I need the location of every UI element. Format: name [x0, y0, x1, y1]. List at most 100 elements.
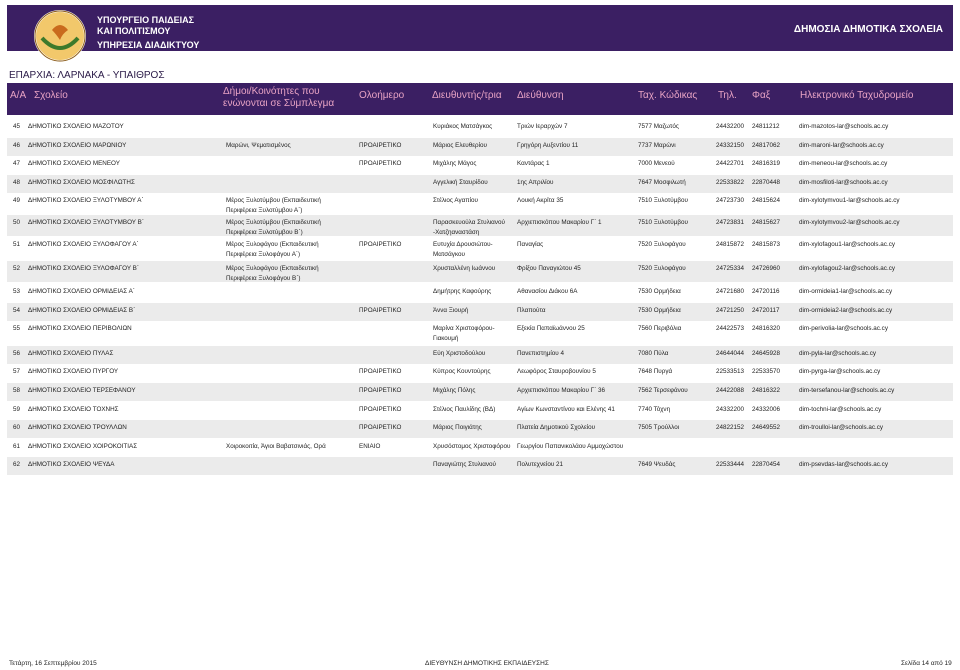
cell-tel: 24422573	[716, 325, 745, 332]
cell-fax: 24645928	[752, 350, 781, 357]
cell-no: 46	[13, 142, 21, 149]
table-row: 60 ΔΗΜΟΤΙΚΟ ΣΧΟΛΕΙΟ ΤΡΟΥΛΛΩΝ ΠΡΟΑΙΡΕΤΙΚΟ Μά…	[7, 420, 953, 438]
cell-kind: ΠΡΟΑΙΡΕΤΙΚΟ	[359, 307, 402, 314]
cell-addr: Πλατεία Δημοτικού Σχολείου	[517, 424, 596, 431]
footer-center: ΔΙΕΥΘΥΝΣΗ ΔΗΜΟΤΙΚΗΣ ΕΚΠΑΙΔΕΥΣΗΣ	[425, 660, 549, 667]
cell-addr: Πλαπούτα	[517, 307, 546, 314]
cell-name: ΔΗΜΟΤΙΚΟ ΣΧΟΛΕΙΟ ΠΥΛΑΣ	[28, 350, 114, 357]
cell-no: 57	[13, 368, 21, 375]
cell-fax: 24817062	[752, 142, 781, 149]
cell-tel: 24332150	[716, 142, 745, 149]
cell-tel: 24332200	[716, 406, 745, 413]
col-school: Σχολείο	[34, 90, 68, 101]
cell-mail[interactable]: dim-mosfiloti-lar@schools.ac.cy	[799, 178, 888, 188]
cell-mail[interactable]: dim-psevdas-lar@schools.ac.cy	[799, 460, 888, 470]
cell-mail[interactable]: dim-mazotos-lar@schools.ac.cy	[799, 122, 888, 132]
cell-mail[interactable]: dim-troulloi-lar@schools.ac.cy	[799, 423, 883, 433]
cell-fax: 22533570	[752, 368, 781, 375]
cell-dir: Άννα Ξιουρή	[433, 307, 469, 314]
table-row: 51 ΔΗΜΟΤΙΚΟ ΣΧΟΛΕΙΟ ΞΥΛΟΦΑΓΟΥ Α΄ Μέρος Ξυλ…	[7, 237, 953, 260]
cell-no: 56	[13, 350, 21, 357]
cell-post: 7648 Πυργά	[638, 368, 673, 375]
table-row: 58 ΔΗΜΟΤΙΚΟ ΣΧΟΛΕΙΟ ΤΕΡΣΕΦΑΝΟΥ ΠΡΟΑΙΡΕΤΙΚΟ…	[7, 383, 953, 401]
cell-mail[interactable]: dim-ormideia1-lar@schools.ac.cy	[799, 287, 892, 297]
cell-fax: 24332006	[752, 406, 781, 413]
cell-mail[interactable]: dim-maroni-lar@schools.ac.cy	[799, 141, 884, 151]
col-address: Διεύθυνση	[517, 90, 564, 101]
table-row: 54 ΔΗΜΟΤΙΚΟ ΣΧΟΛΕΙΟ ΟΡΜΙΔΕΙΑΣ Β΄ ΠΡΟΑΙΡΕΤΙ…	[7, 303, 953, 321]
cell-post: 7530 Ορμήδεια	[638, 288, 681, 295]
cell-fax: 24816322	[752, 387, 781, 394]
cell-post: 7000 Μενεού	[638, 160, 675, 167]
cell-tel: 22533444	[716, 461, 745, 468]
cell-tel: 24723831	[716, 219, 745, 226]
cell-mail[interactable]: dim-pyla-lar@schools.ac.cy	[799, 349, 876, 359]
cell-tel: 24644044	[716, 350, 745, 357]
cell-name: ΔΗΜΟΤΙΚΟ ΣΧΟΛΕΙΟ ΤΡΟΥΛΛΩΝ	[28, 424, 127, 431]
cell-name: ΔΗΜΟΤΙΚΟ ΣΧΟΛΕΙΟ ΜΑΖΟΤΟΥ	[28, 123, 124, 130]
cell-fax: 24720117	[752, 307, 780, 314]
cell-kind: ΠΡΟΑΙΡΕΤΙΚΟ	[359, 241, 402, 248]
cell-fax: 24811212	[752, 123, 780, 130]
cell-kind: ΠΡΟΑΙΡΕΤΙΚΟ	[359, 142, 402, 149]
col-fax: Φαξ	[752, 90, 771, 101]
cell-mail[interactable]: dim-pyrga-lar@schools.ac.cy	[799, 367, 880, 377]
cell-mail[interactable]: dim-xylotymvou1-lar@schools.ac.cy	[799, 196, 900, 206]
cell-mail[interactable]: dim-xylotymvou2-lar@schools.ac.cy	[799, 218, 900, 228]
cell-mail[interactable]: dim-tochni-lar@schools.ac.cy	[799, 405, 881, 415]
cell-dir: Παρασκευούλα Στυλιανού -Χατζηαναστάση	[433, 219, 505, 236]
cell-addr: Αρχιεπισκόπου Μακαρίου Γ΄ 1	[517, 219, 602, 226]
cell-tel: 24822152	[716, 424, 745, 431]
cell-dir: Αγγελική Σταυρίδου	[433, 179, 488, 186]
ministry-title: ΥΠΟΥΡΓΕΙΟ ΠΑΙΔΕΙΑΣ ΚΑΙ ΠΟΛΙΤΙΣΜΟΥ	[97, 15, 195, 36]
cell-fax: 24726960	[752, 265, 781, 272]
cell-addr: Αρχιεπισκόπου Μακαρίου Γ΄ 36	[517, 387, 605, 394]
col-allday: Ολοήμερο	[359, 90, 405, 101]
cell-dir: Παναγιώτης Στυλιανού	[433, 461, 496, 468]
cell-no: 54	[13, 307, 21, 314]
table-row: 55 ΔΗΜΟΤΙΚΟ ΣΧΟΛΕΙΟ ΠΕΡΙΒΟΛΙΩΝ Μαρίνα Χρισ…	[7, 321, 953, 345]
cell-no: 58	[13, 387, 21, 394]
cell-addr: Πανεπιστημίου 4	[517, 350, 564, 357]
cell-addr: Τριών Ιεραρχών 7	[517, 123, 568, 130]
cell-kind: ΕΝΙΑΙΟ	[359, 443, 381, 450]
cell-name: ΔΗΜΟΤΙΚΟ ΣΧΟΛΕΙΟ ΜΕΝΕΟΥ	[28, 160, 120, 167]
cell-no: 49	[13, 197, 21, 204]
cell-fax: 24815627	[752, 219, 781, 226]
cell-post: 7520 Ξυλοφάγου	[638, 265, 686, 272]
cell-post: 7560 Περιβόλια	[638, 325, 682, 332]
cell-name: ΔΗΜΟΤΙΚΟ ΣΧΟΛΕΙΟ ΜΟΣΦΙΛΩΤΗΣ	[28, 179, 135, 186]
cell-dir: Χρυσόστομος Χριστοφόρου	[433, 443, 511, 450]
cell-name: ΔΗΜΟΤΙΚΟ ΣΧΟΛΕΙΟ ΧΟΙΡΟΚΟΙΤΙΑΣ	[28, 443, 138, 450]
col-postcode: Ταχ. Κώδικας	[638, 90, 698, 101]
cell-name: ΔΗΜΟΤΙΚΟ ΣΧΟΛΕΙΟ ΞΥΛΟΦΑΓΟΥ Α΄	[28, 241, 139, 248]
cell-tel: 24721680	[716, 288, 745, 295]
cell-name: ΔΗΜΟΤΙΚΟ ΣΧΟΛΕΙΟ ΤΟΧΝΗΣ	[28, 406, 119, 413]
cell-post: 7510 Ξυλοτύμβου	[638, 197, 688, 204]
cyprus-emblem-icon	[34, 10, 86, 62]
cell-post: 7520 Ξυλοφάγου	[638, 241, 686, 248]
cell-post: 7647 Μοσφιλωτή	[638, 179, 686, 186]
cell-mail[interactable]: dim-xylofagou2-lar@schools.ac.cy	[799, 264, 895, 274]
cell-mail[interactable]: dim-perivolia-lar@schools.ac.cy	[799, 324, 888, 334]
cell-post: 7740 Τόχνη	[638, 406, 671, 413]
cell-addr: Λουκή Ακρίτα 35	[517, 197, 564, 204]
cell-dir: Μαρίνα Χριστοφόρου- Γιακουμή	[433, 325, 495, 342]
cell-kind: ΠΡΟΑΙΡΕΤΙΚΟ	[359, 406, 402, 413]
cell-mail[interactable]: dim-meneou-lar@schools.ac.cy	[799, 159, 887, 169]
cell-tel: 24815872	[716, 241, 745, 248]
table-row: 46 ΔΗΜΟΤΙΚΟ ΣΧΟΛΕΙΟ ΜΑΡΩΝΙΟΥ Μαρώνι, Ψεματ…	[7, 138, 953, 156]
cell-no: 61	[13, 443, 21, 450]
cell-fax: 24816319	[752, 160, 781, 167]
cell-dir: Κυριάκος Ματσάγκος	[433, 123, 493, 130]
cell-mail[interactable]: dim-ormideia2-lar@schools.ac.cy	[799, 306, 892, 316]
cell-mail[interactable]: dim-tersefanou-lar@schools.ac.cy	[799, 386, 894, 396]
cell-no: 52	[13, 265, 21, 272]
table-row: 52 ΔΗΜΟΤΙΚΟ ΣΧΟΛΕΙΟ ΞΥΛΟΦΑΓΟΥ Β΄ Μέρος Ξυλ…	[7, 261, 953, 282]
cell-dir: Δημήτρης Καφούρης	[433, 288, 492, 295]
cell-mail[interactable]: dim-xylofagou1-lar@schools.ac.cy	[799, 240, 895, 250]
cell-no: 62	[13, 461, 21, 468]
cell-tel: 24723730	[716, 197, 745, 204]
cell-comm: Μαρώνι, Ψεματισμένος	[226, 142, 291, 149]
cell-post: 7080 Πύλα	[638, 350, 669, 357]
